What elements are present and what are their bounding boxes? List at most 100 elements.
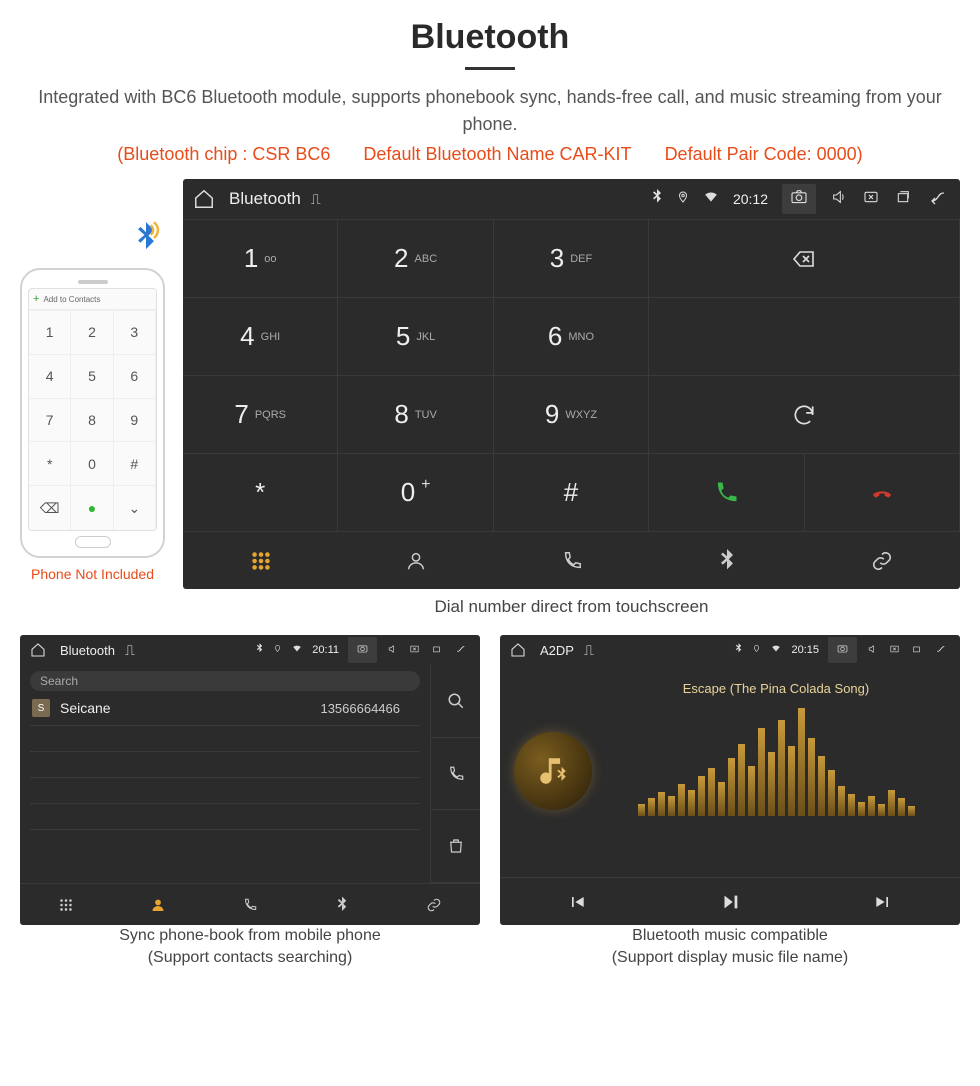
location-icon xyxy=(677,189,689,209)
recents-icon[interactable] xyxy=(430,643,443,658)
phone-key-9: 9 xyxy=(114,398,156,442)
nav-recents[interactable] xyxy=(494,532,649,589)
wifi-icon xyxy=(770,643,782,657)
call-button[interactable] xyxy=(649,453,804,531)
dial-key-2[interactable]: 2ABC xyxy=(338,219,493,297)
camera-icon[interactable] xyxy=(828,637,857,663)
search-input[interactable]: Search xyxy=(30,671,420,691)
contact-row xyxy=(30,778,420,804)
contact-initial: S xyxy=(32,699,50,717)
recents-icon[interactable] xyxy=(894,189,912,209)
nav-dialpad[interactable] xyxy=(20,884,112,925)
phone-key-3: 3 xyxy=(114,310,156,354)
phone-key-1: 1 xyxy=(29,310,71,354)
contact-number: 13566664466 xyxy=(320,701,400,716)
home-icon[interactable] xyxy=(510,642,526,658)
back-icon[interactable] xyxy=(932,643,950,658)
home-icon[interactable] xyxy=(193,188,215,210)
dial-key-4[interactable]: 4GHI xyxy=(183,297,338,375)
music-caption: Bluetooth music compatible (Support disp… xyxy=(500,925,960,968)
close-app-icon[interactable] xyxy=(862,189,880,209)
page-description: Integrated with BC6 Bluetooth module, su… xyxy=(20,84,960,138)
close-app-icon[interactable] xyxy=(408,643,421,658)
dial-key-1[interactable]: 1ᴏᴏ xyxy=(183,219,338,297)
phone-home-button xyxy=(75,536,111,548)
volume-icon[interactable] xyxy=(830,189,848,209)
phone-key-6: 6 xyxy=(114,354,156,398)
play-pause-button[interactable] xyxy=(653,878,806,925)
nav-recents[interactable] xyxy=(204,884,296,925)
title-divider xyxy=(465,67,515,70)
nav-pair[interactable] xyxy=(805,532,960,589)
music-screen: A2DP ⎍ 20:15 Escape (The Pina Colada Son… xyxy=(500,635,960,925)
dial-key-7[interactable]: 7PQRS xyxy=(183,375,338,453)
plus-icon: + xyxy=(33,293,39,305)
phone-key-5: 5 xyxy=(71,354,113,398)
side-search[interactable] xyxy=(430,665,480,738)
page-title: Bluetooth xyxy=(20,18,960,57)
prev-button[interactable] xyxy=(500,878,653,925)
dialer-screen: Bluetooth ⎍ 20:12 1ᴏᴏ2ABC3DEF 4GHI5JKL6MN… xyxy=(183,179,960,589)
nav-bluetooth[interactable] xyxy=(296,884,388,925)
contact-row xyxy=(30,726,420,752)
home-icon[interactable] xyxy=(30,642,46,658)
status-bar: A2DP ⎍ 20:15 xyxy=(500,635,960,665)
contact-row xyxy=(30,752,420,778)
redial-button[interactable] xyxy=(649,375,960,453)
dial-key-9[interactable]: 9WXYZ xyxy=(494,375,649,453)
dial-key-3[interactable]: 3DEF xyxy=(494,219,649,297)
clock-label: 20:15 xyxy=(791,644,819,656)
dial-key-8[interactable]: 8TUV xyxy=(338,375,493,453)
phone-key-8: 8 xyxy=(71,398,113,442)
back-icon[interactable] xyxy=(926,189,950,209)
backspace-button[interactable] xyxy=(649,219,960,297)
clock-label: 20:12 xyxy=(733,191,768,207)
phone-more-icon: ⌄ xyxy=(114,485,156,530)
phone-call-icon: ● xyxy=(71,485,113,530)
close-app-icon[interactable] xyxy=(888,643,901,658)
volume-icon[interactable] xyxy=(866,643,879,658)
spec-name: Default Bluetooth Name CAR-KIT xyxy=(363,144,631,164)
playback-controls xyxy=(500,877,960,925)
nav-contacts[interactable] xyxy=(112,884,204,925)
contact-row xyxy=(30,804,420,830)
clock-label: 20:11 xyxy=(312,644,339,656)
side-call[interactable] xyxy=(430,738,480,811)
next-button[interactable] xyxy=(807,878,960,925)
side-delete[interactable] xyxy=(430,810,480,883)
hangup-button[interactable] xyxy=(805,453,960,531)
contact-row[interactable]: S Seicane 13566664466 xyxy=(30,691,420,726)
bluetooth-icon xyxy=(651,189,663,209)
recents-icon[interactable] xyxy=(910,643,923,658)
camera-icon[interactable] xyxy=(348,637,377,663)
usb-icon: ⎍ xyxy=(584,642,594,659)
dialer-caption: Dial number direct from touchscreen xyxy=(183,597,960,617)
add-contacts-label: Add to Contacts xyxy=(43,295,100,304)
contact-name: Seicane xyxy=(60,700,111,716)
dial-key-0[interactable]: 0+ xyxy=(338,453,493,531)
nav-dialpad[interactable] xyxy=(183,532,338,589)
dial-key-*[interactable]: * xyxy=(183,453,338,531)
nav-pair[interactable] xyxy=(388,884,480,925)
usb-icon: ⎍ xyxy=(311,191,321,208)
nav-bluetooth[interactable] xyxy=(649,532,804,589)
dial-key-5[interactable]: 5JKL xyxy=(338,297,493,375)
bluetooth-icon xyxy=(255,642,264,658)
phone-key-7: 7 xyxy=(29,398,71,442)
equalizer xyxy=(638,706,915,816)
phonebook-screen: Bluetooth ⎍ 20:11 Search S Seicane xyxy=(20,635,480,925)
status-bar: Bluetooth ⎍ 20:12 xyxy=(183,179,960,219)
back-icon[interactable] xyxy=(452,643,470,658)
nav-contacts[interactable] xyxy=(338,532,493,589)
screen-title: Bluetooth xyxy=(60,643,115,658)
phone-key-*: * xyxy=(29,441,71,485)
dial-key-#[interactable]: # xyxy=(494,453,649,531)
screen-title: A2DP xyxy=(540,643,574,658)
dial-key-6[interactable]: 6MNO xyxy=(494,297,649,375)
music-bluetooth-icon xyxy=(514,732,592,810)
screen-title: Bluetooth xyxy=(229,189,301,209)
wifi-icon xyxy=(703,190,719,208)
volume-icon[interactable] xyxy=(386,643,399,658)
camera-icon[interactable] xyxy=(782,184,816,214)
phone-mockup: + Add to Contacts 123456789*0#⌫●⌄ xyxy=(20,268,165,558)
